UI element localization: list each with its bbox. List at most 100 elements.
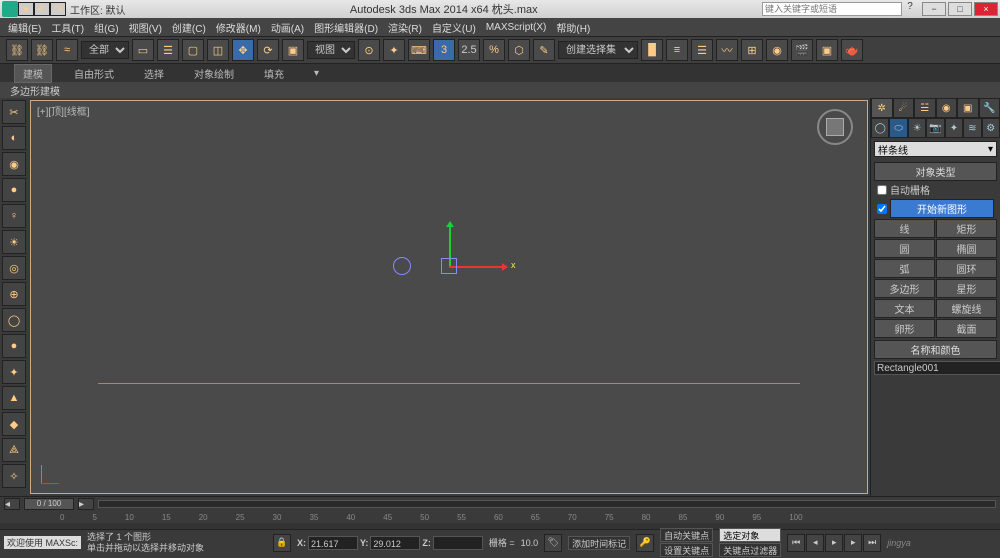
select-icon[interactable]: ▭ bbox=[132, 39, 154, 61]
help-icon[interactable]: ? bbox=[902, 1, 918, 17]
display-tab-icon[interactable]: ▣ bbox=[957, 98, 979, 118]
select-region-icon[interactable]: ▢ bbox=[182, 39, 204, 61]
y-field[interactable]: 29.012 bbox=[370, 536, 420, 550]
rectangle-shape[interactable] bbox=[441, 258, 457, 274]
prev-frame-icon[interactable]: ◂ bbox=[806, 534, 824, 552]
menu-customize[interactable]: 自定义(U) bbox=[428, 20, 480, 35]
tool-icon-8[interactable]: ⊕ bbox=[2, 282, 26, 306]
time-prev-icon[interactable]: ◂ bbox=[4, 498, 20, 510]
render-frame-icon[interactable]: ▣ bbox=[816, 39, 838, 61]
viewport-top[interactable]: [+][顶][线框] x bbox=[30, 100, 868, 494]
keymode-icon[interactable]: ⌨ bbox=[408, 39, 430, 61]
tool-icon-11[interactable]: ✦ bbox=[2, 360, 26, 384]
add-timetag[interactable]: 添加时间标记 bbox=[568, 536, 630, 550]
circle-button[interactable]: 圆 bbox=[874, 239, 935, 258]
unlink-icon[interactable]: ⛓ bbox=[31, 39, 53, 61]
undo-icon[interactable]: ↶ bbox=[34, 2, 50, 16]
ribbon-tab-objpaint[interactable]: 对象绘制 bbox=[186, 65, 242, 82]
menu-create[interactable]: 创建(C) bbox=[168, 20, 210, 35]
move-icon[interactable]: ✥ bbox=[232, 39, 254, 61]
start-new-shape-button[interactable]: 开始新图形 bbox=[890, 199, 994, 218]
lights-icon[interactable]: ☀ bbox=[908, 118, 926, 138]
menu-animation[interactable]: 动画(A) bbox=[267, 20, 308, 35]
startnew-checkbox[interactable] bbox=[877, 204, 887, 214]
gizmo-x-axis[interactable] bbox=[449, 266, 507, 268]
material-icon[interactable]: ◉ bbox=[766, 39, 788, 61]
tool-icon-6[interactable]: ☀ bbox=[2, 230, 26, 254]
curve-editor-icon[interactable]: 〰 bbox=[716, 39, 738, 61]
tool-icon-9[interactable]: ◯ bbox=[2, 308, 26, 332]
object-name-input[interactable] bbox=[874, 361, 1000, 375]
ref-coord-dropdown[interactable]: 视图 bbox=[307, 41, 355, 59]
motion-tab-icon[interactable]: ◉ bbox=[936, 98, 958, 118]
time-track[interactable] bbox=[98, 500, 996, 508]
autogrid-checkbox[interactable] bbox=[877, 185, 887, 195]
create-tab-icon[interactable]: ✲ bbox=[871, 98, 893, 118]
workspace-dropdown[interactable]: 工作区: 默认 bbox=[70, 2, 126, 17]
next-frame-icon[interactable]: ▸ bbox=[844, 534, 862, 552]
render-setup-icon[interactable]: 🎬 bbox=[791, 39, 813, 61]
snap-icon[interactable]: 3 bbox=[433, 39, 455, 61]
ribbon-tab-modeling[interactable]: 建模 bbox=[14, 64, 52, 83]
align-icon[interactable]: ≡ bbox=[666, 39, 688, 61]
app-menu-icon[interactable]: ▾ bbox=[18, 2, 34, 16]
rectangle-button[interactable]: 矩形 bbox=[936, 219, 997, 238]
ribbon-tab-populate[interactable]: 填充 bbox=[256, 65, 292, 82]
time-next-icon[interactable]: ▸ bbox=[78, 498, 94, 510]
line-button[interactable]: 线 bbox=[874, 219, 935, 238]
named-selection-dropdown[interactable]: 创建选择集 bbox=[558, 41, 638, 59]
menu-tools[interactable]: 工具(T) bbox=[47, 20, 88, 35]
goto-start-icon[interactable]: ⏮ bbox=[787, 534, 805, 552]
goto-end-icon[interactable]: ⏭ bbox=[863, 534, 881, 552]
keyfilter-button[interactable]: 关键点过滤器 bbox=[719, 543, 781, 557]
category-dropdown[interactable]: 样条线▾ bbox=[874, 141, 997, 157]
utilities-tab-icon[interactable]: 🔧 bbox=[979, 98, 1000, 118]
scale-icon[interactable]: ▣ bbox=[282, 39, 304, 61]
play-icon[interactable]: ▸ bbox=[825, 534, 843, 552]
rotate-icon[interactable]: ⟳ bbox=[257, 39, 279, 61]
tool-icon-3[interactable]: ◉ bbox=[2, 152, 26, 176]
key-icon[interactable]: 🔑 bbox=[636, 534, 654, 552]
helpers-icon[interactable]: ✦ bbox=[945, 118, 963, 138]
text-button[interactable]: 文本 bbox=[874, 299, 935, 318]
arc-button[interactable]: 弧 bbox=[874, 259, 935, 278]
rollout-name-color[interactable]: 名称和颜色 bbox=[874, 340, 997, 359]
angle-snap-icon[interactable]: 2.5 bbox=[458, 39, 480, 61]
setkey-button[interactable]: 设置关键点 bbox=[660, 543, 713, 557]
circle-shape[interactable] bbox=[393, 257, 411, 275]
star-button[interactable]: 星形 bbox=[936, 279, 997, 298]
timetag-icon[interactable]: 🏷 bbox=[544, 534, 562, 552]
viewcube[interactable] bbox=[817, 109, 853, 145]
tool-icon-4[interactable]: ● bbox=[2, 178, 26, 202]
systems-icon[interactable]: ⚙ bbox=[982, 118, 1000, 138]
tool-icon-7[interactable]: ◎ bbox=[2, 256, 26, 280]
tool-icon-14[interactable]: ⟁ bbox=[2, 438, 26, 462]
tool-icon-2[interactable]: ◐ bbox=[2, 126, 26, 150]
menu-views[interactable]: 视图(V) bbox=[125, 20, 166, 35]
window-crossing-icon[interactable]: ◫ bbox=[207, 39, 229, 61]
ribbon-tab-freeform[interactable]: 自由形式 bbox=[66, 65, 122, 82]
pivot-icon[interactable]: ⊙ bbox=[358, 39, 380, 61]
schematic-icon[interactable]: ⊞ bbox=[741, 39, 763, 61]
redo-icon[interactable]: ↷ bbox=[50, 2, 66, 16]
menu-maxscript[interactable]: MAXScript(X) bbox=[482, 22, 551, 33]
ribbon-expand-icon[interactable]: ▾ bbox=[306, 67, 327, 80]
bind-icon[interactable]: ≈ bbox=[56, 39, 78, 61]
menu-render[interactable]: 渲染(R) bbox=[384, 20, 426, 35]
manip-icon[interactable]: ✦ bbox=[383, 39, 405, 61]
shapes-icon[interactable]: ⬭ bbox=[889, 118, 907, 138]
lock-icon[interactable]: 🔒 bbox=[273, 534, 291, 552]
maxscript-prompt[interactable]: 欢迎使用 MAXSc: bbox=[4, 536, 81, 549]
modify-tab-icon[interactable]: ☄ bbox=[893, 98, 915, 118]
menu-graph[interactable]: 图形编辑器(D) bbox=[310, 20, 382, 35]
cameras-icon[interactable]: 📷 bbox=[926, 118, 944, 138]
z-field[interactable] bbox=[433, 536, 483, 550]
render-icon[interactable]: 🫖 bbox=[841, 39, 863, 61]
percent-snap-icon[interactable]: % bbox=[483, 39, 505, 61]
spacewarps-icon[interactable]: ≋ bbox=[963, 118, 981, 138]
tool-icon-1[interactable]: ✂ bbox=[2, 100, 26, 124]
maximize-button[interactable]: □ bbox=[948, 2, 972, 16]
spinner-snap-icon[interactable]: ⬡ bbox=[508, 39, 530, 61]
tool-icon-10[interactable]: ● bbox=[2, 334, 26, 358]
select-name-icon[interactable]: ☰ bbox=[157, 39, 179, 61]
